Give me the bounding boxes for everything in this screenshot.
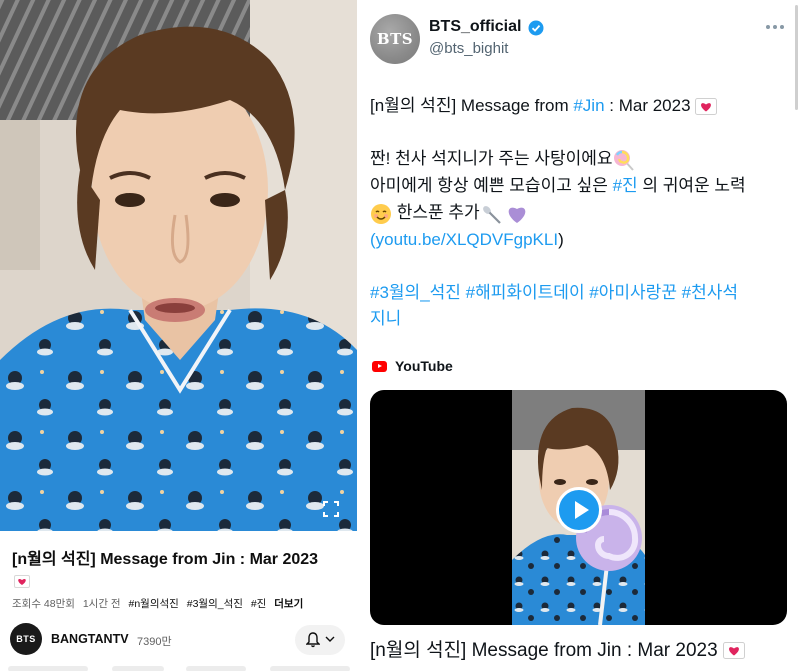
love-letter-icon — [14, 575, 30, 589]
video-frame-image — [0, 0, 357, 531]
card-title-text: [n월의 석진] Message from Jin : Mar 2023 — [370, 640, 718, 661]
verified-badge-icon — [528, 20, 544, 36]
tweet-text: 의 귀여운 노력 — [637, 176, 746, 195]
next-items-strip — [0, 665, 357, 671]
hashtag-link[interactable]: #3월의_석진 — [187, 598, 243, 610]
hashtag-link[interactable]: #진 — [251, 598, 267, 610]
hashtag-link[interactable]: 지니 — [370, 309, 401, 328]
tweet-text: 짠! 천사 석지니가 주는 사탕이에요 — [370, 149, 613, 168]
tweet-text: 아미에게 항상 예쁜 모습이고 싶은 — [370, 176, 613, 195]
tweet-line-2: 짠! 천사 석지니가 주는 사탕이에요 — [370, 145, 790, 172]
purple-heart-icon — [508, 207, 525, 223]
hashtag-link[interactable]: #Jin — [573, 96, 604, 115]
fullscreen-icon[interactable] — [323, 501, 339, 517]
video-title: [n월의 석진] Message from Jin : Mar 2023 — [12, 549, 347, 593]
tweet-text: [n월의 석진] Message from — [370, 96, 574, 115]
smiling-face-icon — [371, 203, 391, 224]
spoon-icon — [482, 205, 501, 224]
youtube-icon — [372, 361, 387, 372]
video-card[interactable] — [370, 390, 787, 625]
video-metadata: 조회수 48만회 1시간 전 #n월의석진 #3월의_석진 #진 더보기 — [12, 596, 352, 611]
tweet-text: : Mar 2023 — [604, 96, 696, 115]
view-count: 조회수 48만회 — [12, 598, 75, 610]
more-options-icon[interactable] — [766, 22, 786, 32]
tweet-text: 한스푼 추가 — [392, 203, 480, 222]
love-letter-icon — [695, 98, 718, 116]
tweet-line-5: (youtu.be/XLQDVFgpKLI) — [370, 226, 790, 253]
chevron-down-icon — [325, 636, 335, 642]
lollipop-icon — [613, 149, 634, 171]
channel-avatar[interactable]: BTS — [10, 623, 42, 655]
tweet-hashtags-line-2: 지니 — [370, 305, 790, 332]
love-letter-icon — [722, 642, 745, 660]
account-handle[interactable]: @bts_bighit — [429, 40, 508, 57]
card-source-label: YouTube — [395, 358, 453, 374]
tweet-hashtags-line-1: #3월의_석진 #해피화이트데이 #아미사랑꾼 #천사석 — [370, 279, 790, 306]
subscriber-count: 7390만 — [137, 636, 172, 648]
tweet-line-3: 아미에게 항상 예쁜 모습이고 싶은 #진 의 귀여운 노력 — [370, 172, 790, 199]
play-button[interactable] — [556, 487, 602, 533]
tweet-line-1: [n월의 석진] Message from #Jin : Mar 2023 — [370, 92, 790, 119]
youtube-url-link[interactable]: youtu.be/XLQDVFgpKLI — [376, 230, 558, 249]
more-button[interactable]: 더보기 — [274, 598, 303, 610]
hashtag-link[interactable]: #n월의석진 — [129, 598, 179, 610]
notification-bell-button[interactable] — [295, 625, 345, 655]
scrollbar[interactable] — [795, 5, 798, 110]
channel-name[interactable]: BANGTANTV — [51, 632, 129, 646]
twitter-panel: BTS BTS_official @bts_bighit [n월의 석진] Me… — [361, 0, 800, 671]
video-title-text: [n월의 석진] Message from Jin : Mar 2023 — [12, 551, 319, 568]
channel-row: BTS BANGTANTV 7390만 — [10, 623, 350, 657]
tweet-line-4: 한스푼 추가 — [370, 199, 790, 226]
tweet-link-paren: ) — [558, 230, 564, 249]
account-avatar[interactable]: BTS — [370, 14, 420, 64]
account-name[interactable]: BTS_official — [429, 18, 521, 36]
bell-icon — [306, 632, 320, 648]
hashtag-link[interactable]: #진 — [613, 176, 638, 195]
video-player[interactable] — [0, 0, 357, 531]
upload-time: 1시간 전 — [82, 598, 121, 610]
card-title[interactable]: [n월의 석진] Message from Jin : Mar 2023 — [370, 635, 790, 662]
hashtag-link[interactable]: #3월의_석진 #해피화이트데이 #아미사랑꾼 #천사석 — [370, 283, 738, 302]
youtube-panel: [n월의 석진] Message from Jin : Mar 2023 조회수… — [0, 0, 357, 671]
